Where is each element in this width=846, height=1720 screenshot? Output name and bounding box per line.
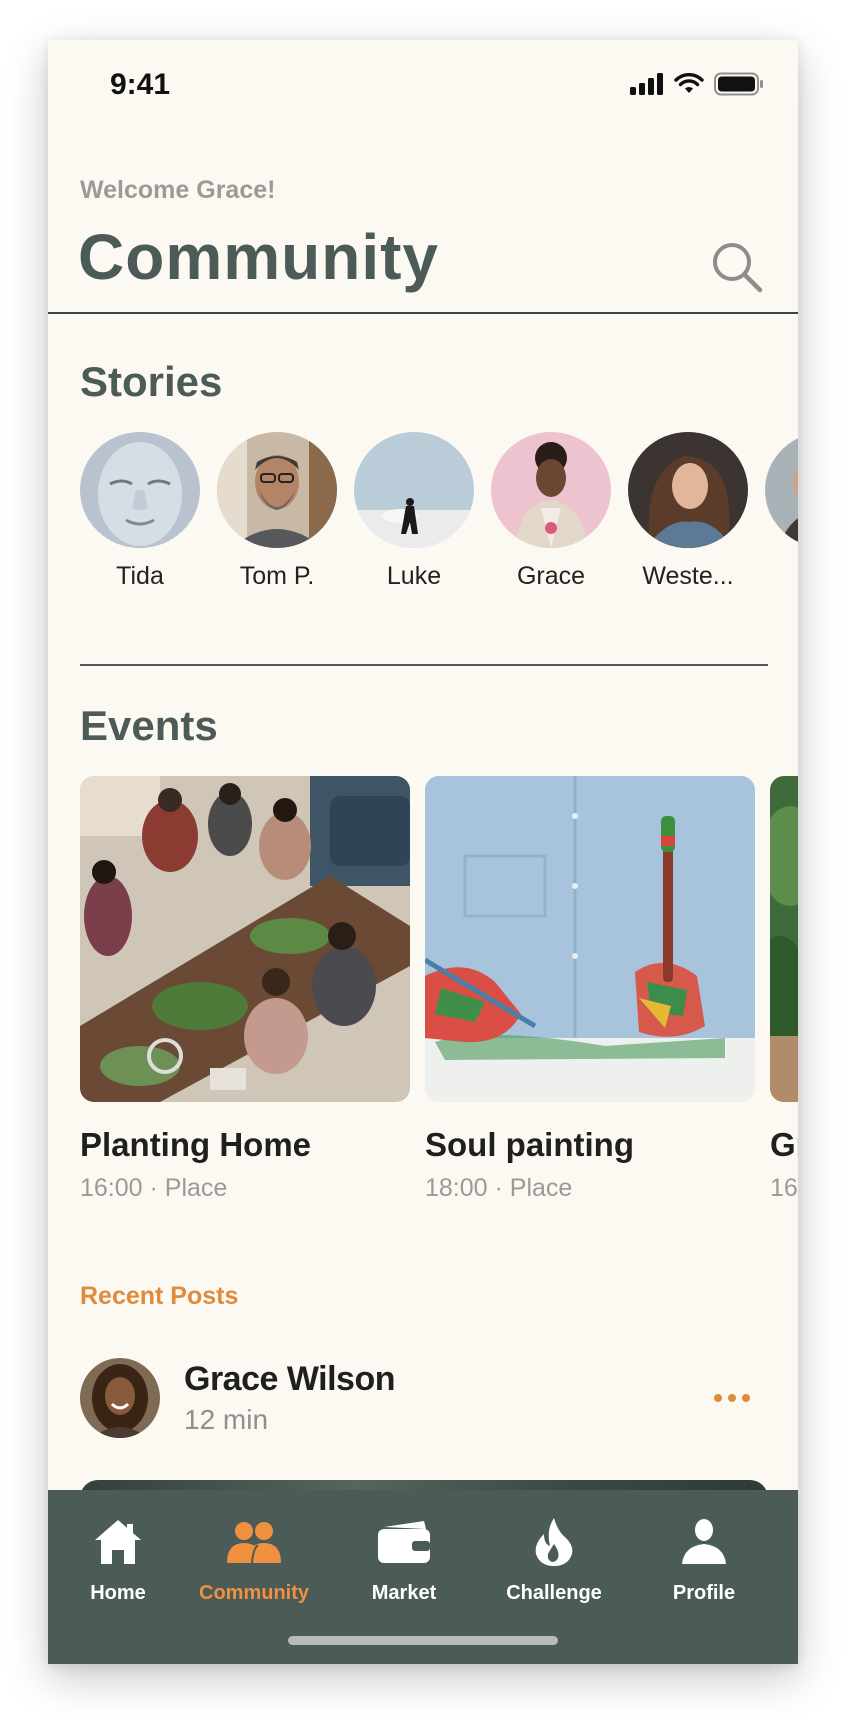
story-avatar — [80, 432, 200, 548]
section-divider — [80, 664, 768, 666]
header-divider — [48, 312, 798, 314]
story-item[interactable]: Tom P. — [217, 432, 337, 591]
more-dot — [714, 1394, 722, 1402]
status-time: 9:41 — [110, 68, 171, 101]
event-meta: 16 — [770, 1174, 798, 1202]
story-avatar — [628, 432, 748, 548]
story-name: Grace — [516, 562, 586, 590]
community-icon — [227, 1522, 281, 1564]
event-image — [770, 776, 798, 1102]
profile-icon — [682, 1519, 726, 1564]
more-dot — [728, 1394, 736, 1402]
status-bar: 9:41 — [48, 40, 798, 130]
event-image — [80, 776, 410, 1102]
tab-challenge[interactable]: Challenge — [484, 1514, 624, 1605]
post-author[interactable]: Grace Wilson — [184, 1360, 395, 1399]
home-icon — [95, 1520, 141, 1564]
more-dot — [742, 1394, 750, 1402]
status-icons — [630, 72, 764, 96]
tab-market[interactable]: Market — [334, 1514, 474, 1605]
tab-label: Profile — [672, 1582, 736, 1604]
story-item[interactable]: W — [765, 432, 798, 591]
story-item[interactable]: Tida — [80, 432, 200, 591]
stories-heading: Stories — [80, 358, 223, 405]
event-card[interactable]: Gr 16 — [770, 776, 798, 1203]
story-name: Tida — [116, 562, 164, 590]
welcome-text: Welcome Grace! — [80, 176, 276, 204]
tab-community[interactable]: Community — [184, 1514, 324, 1605]
story-avatar — [491, 432, 611, 548]
tab-label: Challenge — [506, 1582, 602, 1604]
story-name: W — [765, 562, 798, 591]
event-meta: 18:00 · Place — [425, 1174, 573, 1202]
event-title: Gr — [770, 1126, 798, 1163]
wifi-icon — [674, 73, 704, 93]
recent-posts-heading: Recent Posts — [80, 1282, 239, 1310]
page-title: Community — [78, 221, 439, 293]
tab-label: Community — [199, 1582, 309, 1604]
event-meta: 16:00 · Place — [80, 1174, 228, 1202]
home-indicator[interactable] — [288, 1636, 558, 1645]
flame-icon — [535, 1518, 573, 1566]
story-item[interactable]: Weste... — [628, 432, 748, 591]
signal-icon — [630, 73, 663, 95]
tab-label: Market — [371, 1582, 437, 1604]
event-title: Soul painting — [425, 1126, 634, 1163]
search-icon — [713, 243, 763, 293]
tab-home[interactable]: Home — [48, 1514, 188, 1605]
story-item[interactable]: Luke — [354, 432, 474, 591]
story-name: Luke — [386, 562, 442, 590]
story-avatar — [354, 432, 474, 548]
battery-icon — [714, 72, 763, 96]
search-button[interactable] — [710, 240, 766, 296]
story-avatar — [765, 432, 798, 548]
post-time: 12 min — [184, 1404, 269, 1435]
event-card[interactable]: Planting Home 16:00 · Place — [80, 776, 410, 1203]
more-options-button[interactable] — [714, 1386, 758, 1410]
story-item[interactable]: Grace — [491, 432, 611, 591]
story-name: Tom P. — [239, 562, 315, 590]
event-card[interactable]: Soul painting 18:00 · Place — [425, 776, 755, 1203]
wallet-icon — [378, 1521, 430, 1563]
tab-label: Home — [90, 1582, 146, 1604]
story-avatar — [217, 432, 337, 548]
phone-screen: 9:41 Welcome Grace! Community Stories Ti… — [48, 40, 798, 1664]
event-title: Planting Home — [80, 1126, 312, 1163]
tab-profile[interactable]: Profile — [634, 1514, 774, 1605]
stories-carousel[interactable]: Tida Tom P. Luke Grace Weste... — [80, 432, 798, 602]
story-name: Weste... — [642, 562, 734, 590]
events-heading: Events — [80, 702, 218, 749]
event-image — [425, 776, 755, 1102]
avatar[interactable] — [80, 1358, 160, 1438]
